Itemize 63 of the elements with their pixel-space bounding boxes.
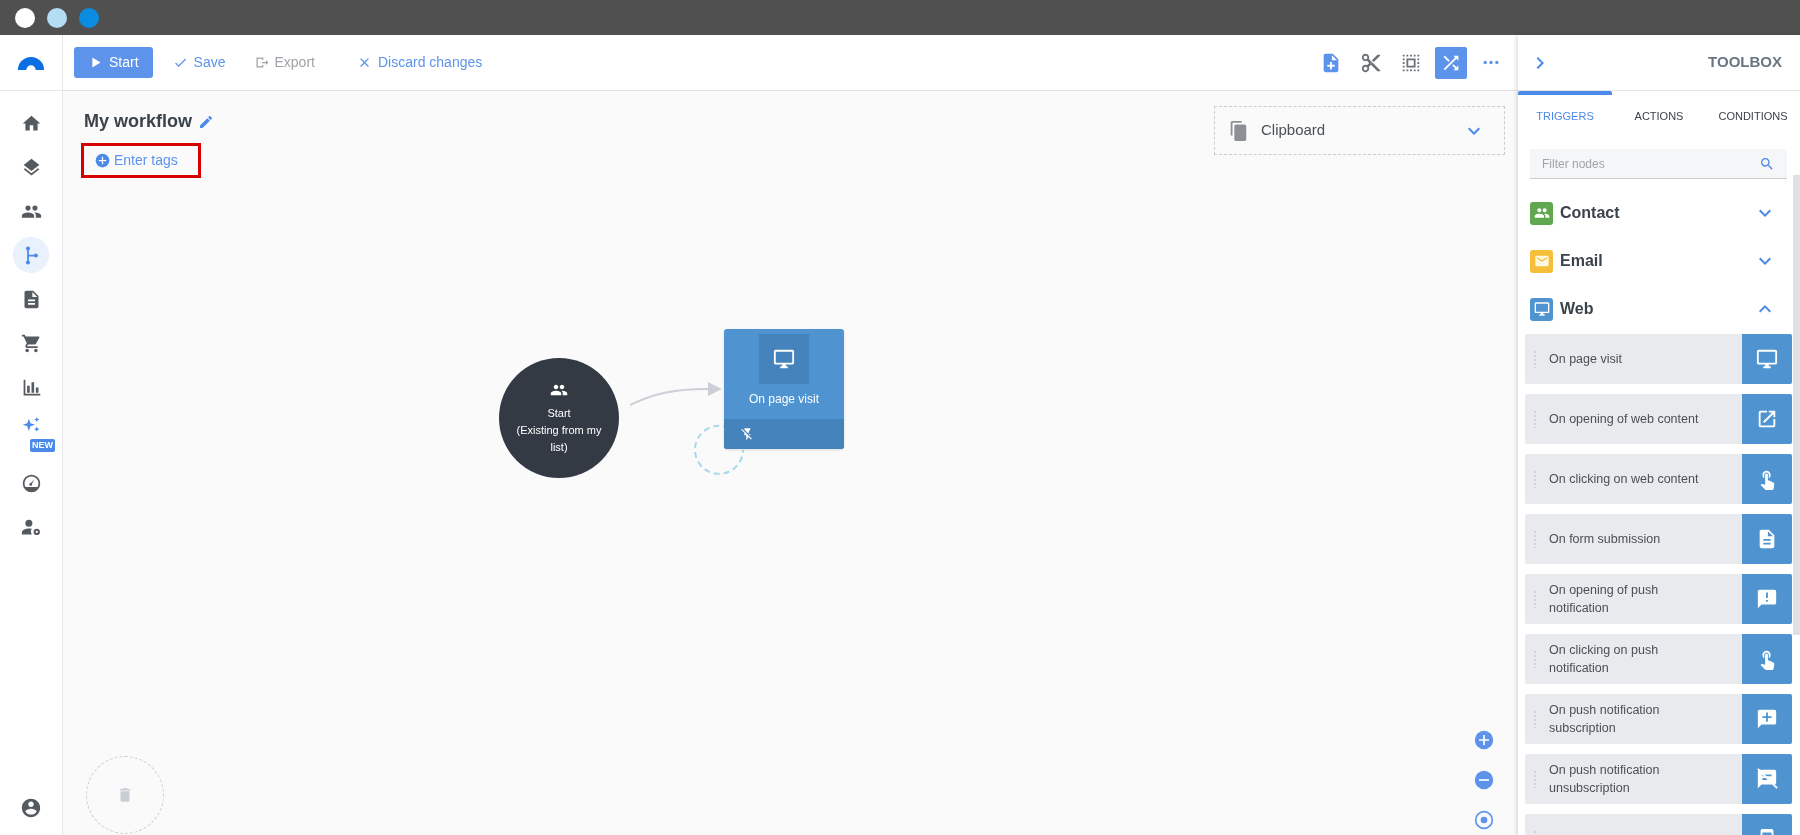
- monitor-icon: [1756, 348, 1778, 370]
- scrollbar[interactable]: [1793, 175, 1800, 635]
- category-label: Web: [1560, 299, 1595, 319]
- chevron-icon: [1759, 257, 1771, 265]
- chevron-icon: [1759, 209, 1771, 217]
- flash-off-icon[interactable]: [740, 426, 755, 442]
- toolbox-node[interactable]: On clicking on web content: [1525, 454, 1792, 504]
- toolbox-node[interactable]: On form submission: [1525, 514, 1792, 564]
- toolbox-node[interactable]: On opening of web content: [1525, 394, 1792, 444]
- chevron-icon: [1759, 305, 1771, 313]
- category-header[interactable]: Email: [1530, 237, 1787, 285]
- zoom-in-icon[interactable]: [1474, 730, 1494, 750]
- chevron-right-icon[interactable]: [1536, 56, 1544, 69]
- scissors-icon: [1360, 51, 1382, 74]
- node-name: On clicking on push notification: [1549, 642, 1660, 677]
- toolbox-node[interactable]: On push notification subscription: [1525, 694, 1792, 744]
- toolbox-node[interactable]: On page visit: [1525, 334, 1792, 384]
- sidebar-item[interactable]: [13, 237, 49, 273]
- zoom-out-icon[interactable]: [1474, 770, 1494, 790]
- add-circle-icon: [95, 153, 110, 168]
- center-view-icon[interactable]: [1474, 810, 1494, 830]
- new-badge: NEW: [30, 439, 55, 452]
- chat-alert-icon: [1756, 588, 1778, 610]
- cart-icon: [20, 332, 42, 354]
- logo-icon[interactable]: [16, 55, 46, 70]
- node-name: On page visit: [1549, 351, 1622, 368]
- chat-off-icon: [1756, 768, 1778, 790]
- pencil-icon[interactable]: [198, 113, 214, 130]
- account-icon[interactable]: [20, 797, 42, 819]
- more-icon: [1482, 60, 1500, 65]
- node-name: On push notification subscription: [1549, 702, 1661, 737]
- clipboard-label: Clipboard: [1261, 120, 1327, 141]
- category-label: Contact: [1560, 203, 1621, 223]
- toolbox-title: TOOLBOX: [1708, 52, 1782, 73]
- toolbox-tab[interactable]: TRIGGERS: [1518, 91, 1612, 137]
- category-label: Email: [1560, 251, 1604, 271]
- filter-input[interactable]: Filter nodes: [1542, 154, 1759, 173]
- toolbox-tab[interactable]: CONDITIONS: [1706, 91, 1800, 137]
- tool-button[interactable]: [1435, 46, 1467, 79]
- toolbox-tab[interactable]: ACTIONS: [1612, 91, 1706, 137]
- node-name: On opening of push notification: [1549, 582, 1660, 617]
- filter-field[interactable]: Filter nodes: [1530, 149, 1787, 179]
- gauge-icon: [20, 472, 42, 494]
- open-link-icon: [1756, 408, 1778, 430]
- node-name: On form submission: [1549, 531, 1661, 548]
- category-header[interactable]: Web: [1530, 285, 1787, 333]
- node-label: On page visit: [748, 391, 819, 408]
- node-name: On clicking on web content: [1549, 471, 1699, 488]
- start-node[interactable]: Start (Existing from my list): [499, 358, 619, 478]
- node-sublabel: (Existing from my list): [515, 422, 603, 455]
- toolbox-node[interactable]: On opening of push notification: [1525, 574, 1792, 624]
- search-icon: [1759, 155, 1775, 172]
- clipboard-panel[interactable]: Clipboard: [1214, 106, 1505, 155]
- chat-plus-icon: [1756, 708, 1778, 730]
- chevron-icon: [1468, 126, 1480, 135]
- node-label: Start: [547, 405, 571, 421]
- node-name: On push notification unsubscription: [1549, 762, 1661, 797]
- monitor-icon: [773, 348, 795, 370]
- toolbox-node[interactable]: On push notification unsubscription: [1525, 754, 1792, 804]
- category-header[interactable]: Contact: [1530, 189, 1787, 237]
- workflow-title: My workflow: [84, 110, 192, 133]
- toolbox-node[interactable]: On clicking on push notification: [1525, 634, 1792, 684]
- node-name: On opening of web content: [1549, 411, 1699, 428]
